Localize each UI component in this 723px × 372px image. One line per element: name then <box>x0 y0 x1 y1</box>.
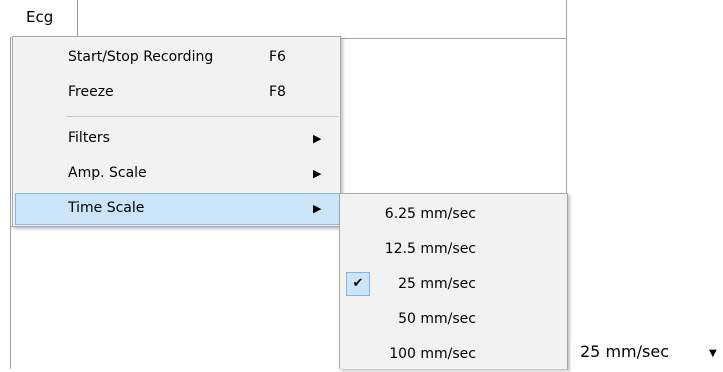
menu-item-label: Freeze <box>68 84 114 100</box>
menu-ecg-label: Ecg <box>26 8 54 26</box>
menu-bar <box>10 0 566 37</box>
menu-item-label: Filters <box>68 130 110 146</box>
submenu-arrow-icon: ▶ <box>313 132 322 145</box>
submenu-item-label: 50 mm/sec <box>398 311 476 327</box>
ecg-dropdown-menu: Start/Stop Recording F6 Freeze F8 Filter… <box>12 36 341 227</box>
panel-top-border <box>340 38 567 39</box>
submenu-item-6-25-mm-sec[interactable]: 6.25 mm/sec <box>340 196 567 232</box>
shortcut-label: F6 <box>269 49 286 65</box>
submenu-item-50-mm-sec[interactable]: 50 mm/sec <box>340 301 567 337</box>
menu-ecg[interactable]: Ecg <box>18 0 78 37</box>
menu-item-label: Time Scale <box>68 200 145 216</box>
dropdown-arrow-icon[interactable]: ▼ <box>709 348 717 359</box>
time-scale-value: 25 mm/sec <box>580 342 669 361</box>
shortcut-label: F8 <box>269 84 286 100</box>
menu-item-start-stop-recording[interactable]: Start/Stop Recording F6 <box>13 42 340 72</box>
menu-item-filters[interactable]: Filters ▶ <box>13 123 340 153</box>
submenu-item-12-5-mm-sec[interactable]: 12.5 mm/sec <box>340 231 567 267</box>
menu-item-freeze[interactable]: Freeze F8 <box>13 77 340 107</box>
menu-item-label: Amp. Scale <box>68 165 147 181</box>
submenu-arrow-icon: ▶ <box>313 167 322 180</box>
menu-item-label: Start/Stop Recording <box>68 49 214 65</box>
time-scale-submenu: 6.25 mm/sec 12.5 mm/sec ✔ 25 mm/sec 50 m… <box>339 193 568 369</box>
window-right-border <box>566 0 567 194</box>
submenu-item-label: 25 mm/sec <box>398 276 476 292</box>
menu-item-amp-scale[interactable]: Amp. Scale ▶ <box>13 158 340 188</box>
submenu-item-label: 12.5 mm/sec <box>384 241 476 257</box>
submenu-arrow-icon: ▶ <box>313 202 322 215</box>
menu-separator <box>66 116 338 117</box>
submenu-item-100-mm-sec[interactable]: 100 mm/sec <box>340 336 567 372</box>
menu-item-time-scale[interactable]: Time Scale ▶ <box>15 193 340 225</box>
submenu-item-label: 6.25 mm/sec <box>384 206 476 222</box>
submenu-item-25-mm-sec[interactable]: ✔ 25 mm/sec <box>340 266 567 302</box>
time-scale-dropdown[interactable]: 25 mm/sec ▼ <box>571 338 723 369</box>
submenu-item-label: 100 mm/sec <box>389 346 476 362</box>
window-left-border <box>10 0 11 369</box>
